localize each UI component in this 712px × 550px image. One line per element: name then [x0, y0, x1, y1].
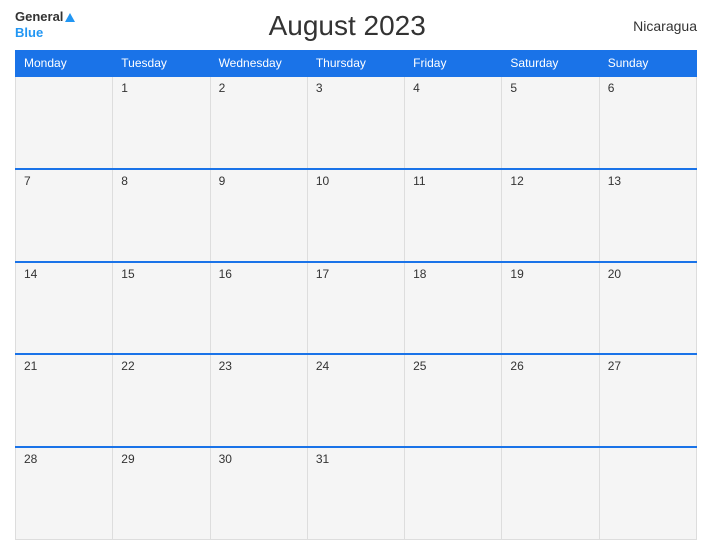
day-number: 10 [316, 174, 329, 188]
calendar-week-row: 28 29 30 31 [16, 447, 697, 540]
day-number: 20 [608, 267, 621, 281]
calendar-day-cell: 20 [599, 262, 696, 355]
calendar-day-cell: 1 [113, 76, 210, 169]
calendar-day-cell: 6 [599, 76, 696, 169]
day-number: 30 [219, 452, 232, 466]
day-number: 28 [24, 452, 37, 466]
day-number: 21 [24, 359, 37, 373]
calendar-day-cell: 8 [113, 169, 210, 262]
day-number: 17 [316, 267, 329, 281]
calendar-day-cell: 25 [405, 354, 502, 447]
calendar-week-row: 7 8 9 10 11 12 13 [16, 169, 697, 262]
calendar-day-cell [405, 447, 502, 540]
day-number: 27 [608, 359, 621, 373]
calendar-day-cell: 22 [113, 354, 210, 447]
country-label: Nicaragua [617, 18, 697, 34]
calendar-day-cell: 23 [210, 354, 307, 447]
logo-area: General Blue [15, 10, 77, 42]
calendar-day-cell: 18 [405, 262, 502, 355]
calendar-day-cell [502, 447, 599, 540]
calendar-header-row: Monday Tuesday Wednesday Thursday Friday… [16, 51, 697, 77]
day-number: 12 [510, 174, 523, 188]
col-thursday: Thursday [307, 51, 404, 77]
day-number: 6 [608, 81, 615, 95]
calendar-day-cell: 29 [113, 447, 210, 540]
calendar-header: General Blue August 2023 Nicaragua [15, 10, 697, 42]
calendar-day-cell: 12 [502, 169, 599, 262]
calendar-day-cell: 10 [307, 169, 404, 262]
calendar-day-cell: 13 [599, 169, 696, 262]
day-number: 29 [121, 452, 134, 466]
day-number: 8 [121, 174, 128, 188]
day-number: 9 [219, 174, 226, 188]
day-number: 11 [413, 174, 425, 188]
day-number: 4 [413, 81, 420, 95]
day-number: 3 [316, 81, 323, 95]
calendar-day-cell: 9 [210, 169, 307, 262]
calendar-table: Monday Tuesday Wednesday Thursday Friday… [15, 50, 697, 540]
calendar-day-cell: 16 [210, 262, 307, 355]
calendar-day-cell: 26 [502, 354, 599, 447]
day-number: 24 [316, 359, 329, 373]
col-friday: Friday [405, 51, 502, 77]
calendar-day-cell: 28 [16, 447, 113, 540]
calendar-day-cell: 31 [307, 447, 404, 540]
day-number: 15 [121, 267, 134, 281]
day-number: 26 [510, 359, 523, 373]
col-sunday: Sunday [599, 51, 696, 77]
calendar-day-cell: 30 [210, 447, 307, 540]
day-number: 1 [121, 81, 128, 95]
calendar-day-cell: 11 [405, 169, 502, 262]
day-number: 16 [219, 267, 232, 281]
day-number: 22 [121, 359, 134, 373]
logo-blue: Blue [15, 25, 43, 40]
calendar-page: General Blue August 2023 Nicaragua Monda… [0, 0, 712, 550]
calendar-day-cell: 19 [502, 262, 599, 355]
calendar-day-cell [599, 447, 696, 540]
col-saturday: Saturday [502, 51, 599, 77]
calendar-day-cell [16, 76, 113, 169]
col-wednesday: Wednesday [210, 51, 307, 77]
calendar-day-cell: 3 [307, 76, 404, 169]
calendar-day-cell: 7 [16, 169, 113, 262]
day-number: 18 [413, 267, 426, 281]
day-number: 23 [219, 359, 232, 373]
day-number: 14 [24, 267, 37, 281]
calendar-day-cell: 5 [502, 76, 599, 169]
logo-general: General [15, 10, 63, 24]
calendar-week-row: 21 22 23 24 25 26 27 [16, 354, 697, 447]
day-number: 25 [413, 359, 426, 373]
calendar-day-cell: 15 [113, 262, 210, 355]
day-number: 13 [608, 174, 621, 188]
calendar-day-cell: 2 [210, 76, 307, 169]
calendar-day-cell: 14 [16, 262, 113, 355]
calendar-day-cell: 4 [405, 76, 502, 169]
calendar-week-row: 1 2 3 4 5 6 [16, 76, 697, 169]
day-number: 7 [24, 174, 31, 188]
col-tuesday: Tuesday [113, 51, 210, 77]
calendar-day-cell: 27 [599, 354, 696, 447]
col-monday: Monday [16, 51, 113, 77]
calendar-day-cell: 17 [307, 262, 404, 355]
logo-triangle-icon [65, 13, 75, 22]
calendar-week-row: 14 15 16 17 18 19 20 [16, 262, 697, 355]
day-number: 5 [510, 81, 517, 95]
calendar-day-cell: 24 [307, 354, 404, 447]
day-number: 2 [219, 81, 226, 95]
day-number: 19 [510, 267, 523, 281]
day-number: 31 [316, 452, 329, 466]
month-title: August 2023 [77, 10, 617, 42]
calendar-day-cell: 21 [16, 354, 113, 447]
